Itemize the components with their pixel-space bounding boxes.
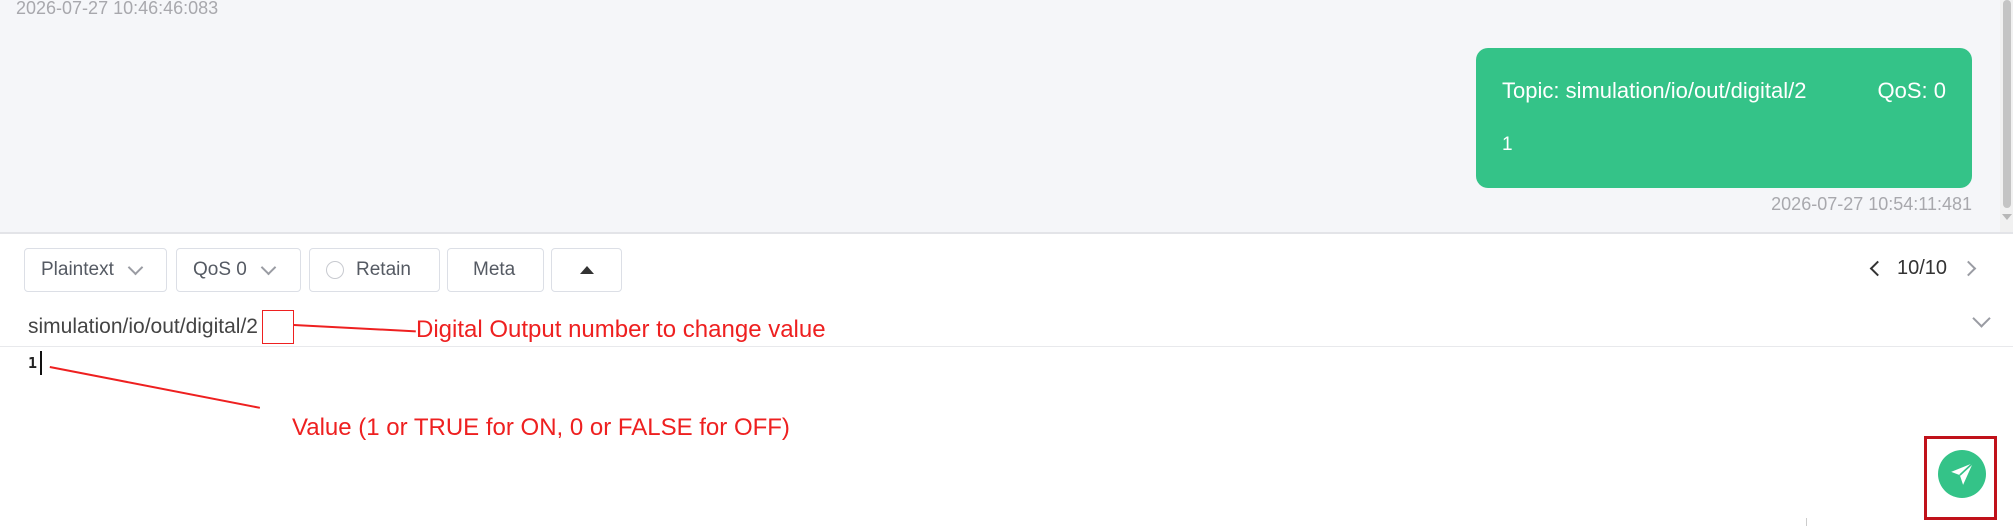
qos-value: QoS 0 [193, 259, 247, 280]
annotation-digital-output: Digital Output number to change value [416, 316, 826, 343]
scroll-down-arrow-icon[interactable] [2002, 214, 2012, 220]
message-timestamp: 2026-07-27 10:46:46:083 [16, 0, 219, 18]
chevron-down-icon [260, 259, 277, 275]
retain-radio-icon[interactable] [326, 261, 344, 279]
collapse-button[interactable] [551, 248, 622, 292]
retain-toggle[interactable]: Retain [309, 248, 440, 292]
scrollbar-thumb[interactable] [2003, 0, 2011, 208]
message-qos: QoS: 0 [1877, 78, 1946, 103]
divider [0, 346, 2013, 347]
meta-button[interactable]: Meta [447, 248, 544, 292]
message-timestamp: 2026-07-27 10:54:11:481 [1771, 194, 1972, 214]
send-button[interactable] [1938, 450, 1986, 498]
topic-suffix: 2 [246, 315, 258, 338]
pager-label: 10/10 [1897, 256, 1948, 279]
chevron-right-icon[interactable] [1960, 260, 1977, 276]
send-icon [1951, 462, 1974, 485]
outgoing-message-bubble: Topic: simulation/io/out/digital/2 QoS: … [1476, 48, 1972, 188]
triangle-up-icon [579, 266, 594, 274]
text-cursor [40, 351, 42, 375]
annotation-line [293, 324, 416, 332]
message-payload: 1 [1502, 134, 1513, 155]
topic-prefix: simulation/io/out/digital/ [28, 315, 247, 338]
topic-input[interactable]: simulation/io/out/digital/2 [28, 312, 258, 342]
annotation-line [49, 366, 261, 409]
retain-label: Retain [356, 259, 411, 280]
payload-format-value: Plaintext [41, 259, 114, 280]
message-pager: 10/10 [1869, 254, 1977, 282]
message-list: 2026-07-27 10:46:46:083 Topic: simulatio… [0, 0, 2000, 232]
divider [0, 232, 2013, 234]
chevron-down-icon [127, 259, 144, 275]
annotation-highlight-box [262, 310, 294, 344]
divider [1806, 518, 1807, 526]
qos-select[interactable]: QoS 0 [176, 248, 301, 292]
payload-format-select[interactable]: Plaintext [24, 248, 167, 292]
payload-editor[interactable]: 1 [28, 354, 37, 372]
chevron-left-icon[interactable] [1869, 260, 1886, 276]
mqtt-client-screen: 2026-07-27 10:46:46:083 Topic: simulatio… [0, 0, 2013, 528]
annotation-value-hint: Value (1 or TRUE for ON, 0 or FALSE for … [292, 414, 790, 441]
topic-history-chevron-icon[interactable] [1972, 309, 1991, 328]
message-topic: Topic: simulation/io/out/digital/2 [1502, 78, 1807, 103]
meta-label: Meta [473, 259, 516, 280]
